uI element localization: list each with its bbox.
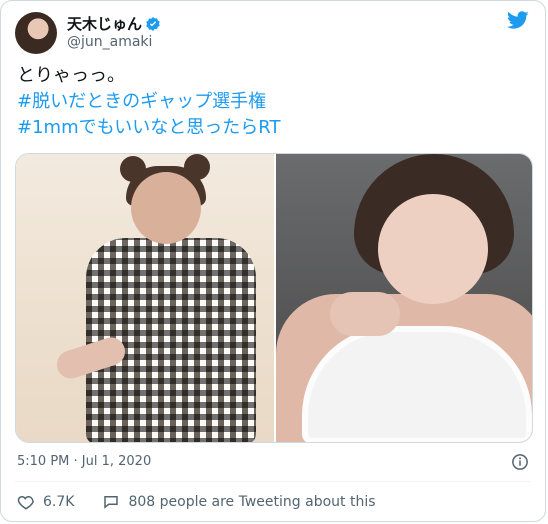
avatar[interactable]	[15, 12, 57, 54]
timestamp[interactable]: 5:10 PM · Jul 1, 2020	[17, 454, 151, 469]
display-name[interactable]: 天木じゅん	[67, 15, 142, 33]
display-name-row[interactable]: 天木じゅん	[67, 15, 161, 33]
footer-divider	[15, 481, 531, 482]
tweet-photo-1[interactable]	[16, 154, 276, 442]
speech-bubble-icon	[104, 496, 119, 509]
tweet-text-line-1: とりゃっっ。	[17, 65, 125, 86]
like-action[interactable]: 6.7K	[17, 493, 74, 511]
tweet-text: とりゃっっ。 #脱いだときのギャップ選手権 #1mmでもいいなと思ったらRT	[17, 63, 529, 141]
handle[interactable]: @jun_amaki	[67, 33, 161, 51]
info-icon[interactable]	[511, 453, 529, 471]
photo-1-head	[131, 172, 201, 244]
conversation-action[interactable]: 808 people are Tweeting about this	[102, 493, 376, 511]
conversation-text: 808 people are Tweeting about this	[128, 494, 376, 510]
tweet-photo-2[interactable]	[276, 154, 532, 442]
photo-1-hair-bun-left	[120, 156, 146, 182]
tweet-card: 天木じゅん @jun_amaki とりゃっっ。 #脱いだときのギャップ選手権 #…	[0, 0, 546, 522]
hashtag-2[interactable]: #1mmでもいいなと思ったらRT	[17, 115, 529, 141]
photo-2-hand	[330, 292, 400, 336]
twitter-bird-icon[interactable]	[505, 9, 531, 31]
hashtag-1[interactable]: #脱いだときのギャップ選手権	[17, 89, 529, 115]
tweet-media	[15, 153, 533, 443]
like-count: 6.7K	[43, 494, 75, 510]
tweet-footer: 6.7K 808 people are Tweeting about this	[17, 491, 529, 513]
verified-badge-icon	[146, 17, 160, 31]
tweet-header: 天木じゅん @jun_amaki	[15, 9, 531, 57]
photo-2-face	[378, 194, 488, 304]
photo-1-hair-bun-right	[184, 154, 210, 180]
author-names: 天木じゅん @jun_amaki	[67, 15, 161, 51]
heart-icon	[17, 495, 34, 510]
